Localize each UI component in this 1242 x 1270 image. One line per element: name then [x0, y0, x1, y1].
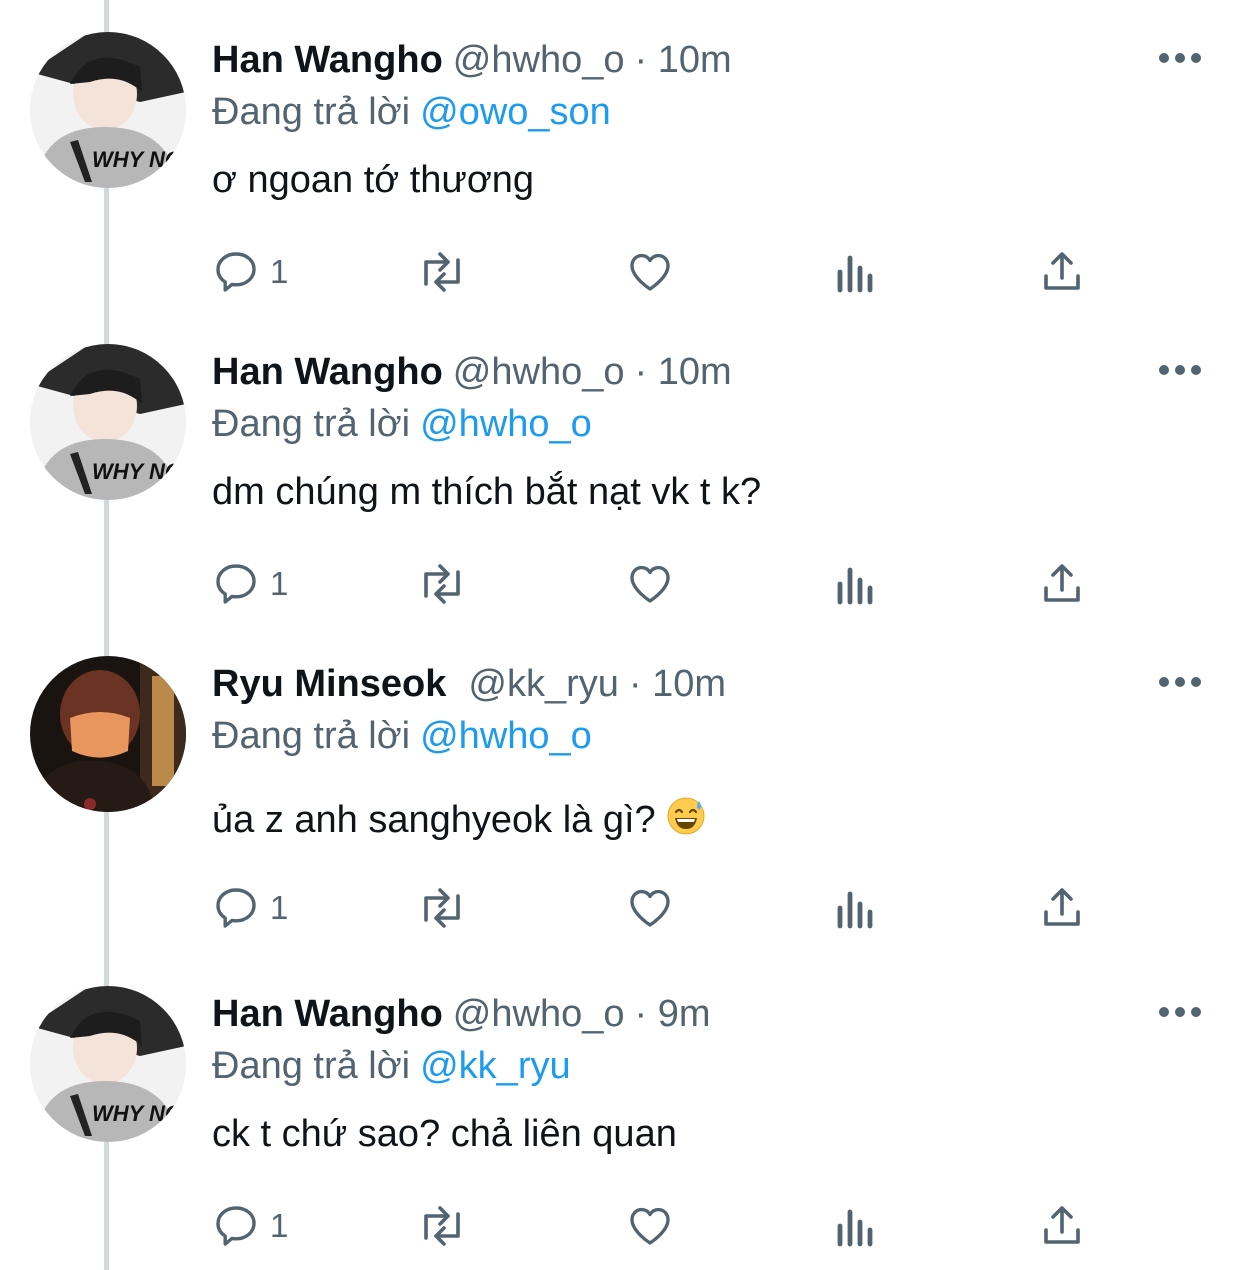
share-icon	[1038, 248, 1086, 296]
svg-text:WHY NOT?!: WHY NOT?!	[92, 459, 186, 484]
replying-mention[interactable]: @kk_ryu	[420, 1045, 571, 1087]
grinning-sweat-emoji	[666, 796, 706, 848]
tweet-text: ck t chứ sao? chả liên quan	[212, 1113, 677, 1155]
reply-icon	[212, 884, 260, 932]
reply-count: 1	[270, 889, 289, 926]
like-button[interactable]	[626, 556, 674, 612]
display-name[interactable]: Ryu Minseok	[212, 663, 446, 705]
display-name[interactable]: Han Wangho	[212, 39, 443, 81]
timestamp[interactable]: · 10m	[634, 39, 731, 81]
more-icon[interactable]	[1156, 360, 1204, 380]
share-icon	[1038, 1202, 1086, 1250]
svg-text:WHY NOT?!: WHY NOT?!	[92, 147, 186, 172]
avatar[interactable]	[30, 656, 186, 812]
tweet-actions: 1	[212, 880, 1112, 936]
replying-to: Đang trả lời @kk_ryu	[212, 1042, 571, 1090]
tweet-text: ơ ngoan tớ thương	[212, 159, 535, 201]
tweet-actions: 1	[212, 556, 1112, 612]
reply-icon	[212, 560, 260, 608]
share-button[interactable]	[1038, 880, 1086, 936]
retweet-icon	[414, 560, 470, 608]
display-name[interactable]: Han Wangho	[212, 993, 443, 1035]
analytics-icon	[834, 884, 878, 932]
retweet-button[interactable]	[414, 556, 470, 612]
tweet-text-content: ủa z anh sanghyeok là gì?	[212, 799, 656, 842]
replying-to: Đang trả lời @hwho_o	[212, 400, 592, 448]
analytics-icon	[834, 1202, 878, 1250]
handle[interactable]: @hwho_o	[453, 993, 625, 1035]
reply-button[interactable]: 1	[212, 1198, 288, 1254]
more-icon[interactable]	[1156, 1002, 1204, 1022]
share-icon	[1038, 884, 1086, 932]
replying-label: Đang trả lời	[212, 403, 411, 445]
timestamp[interactable]: · 10m	[629, 663, 726, 705]
tweet[interactable]: WHY NOT?! Han Wangho@hwho_o· 10m Đang tr…	[0, 312, 1242, 624]
tweet-text: dm chúng m thích bắt nạt vk t k?	[212, 471, 762, 513]
replying-label: Đang trả lời	[212, 1045, 411, 1087]
retweet-button[interactable]	[414, 244, 470, 300]
retweet-button[interactable]	[414, 880, 470, 936]
replying-label: Đang trả lời	[212, 91, 411, 133]
share-button[interactable]	[1038, 556, 1086, 612]
analytics-button[interactable]	[834, 556, 878, 612]
retweet-icon	[414, 1202, 470, 1250]
replying-mention[interactable]: @hwho_o	[420, 403, 592, 445]
replying-mention[interactable]: @hwho_o	[420, 715, 592, 757]
tweet-header: Han Wangho @hwho_o · 10m	[212, 348, 732, 396]
analytics-icon	[834, 560, 878, 608]
more-icon[interactable]	[1156, 48, 1204, 68]
retweet-button[interactable]	[414, 1198, 470, 1254]
replying-mention[interactable]: @owo_son	[420, 91, 611, 133]
replying-to: Đang trả lời @owo_son	[212, 88, 611, 136]
heart-icon	[626, 1202, 674, 1250]
share-button[interactable]	[1038, 244, 1086, 300]
display-name[interactable]: Han Wangho	[212, 351, 443, 393]
analytics-button[interactable]	[834, 244, 878, 300]
reply-button[interactable]: 1	[212, 244, 288, 300]
retweet-icon	[414, 884, 470, 932]
avatar[interactable]: WHY NOT?!	[30, 986, 186, 1142]
timestamp[interactable]: · 9m	[634, 993, 710, 1035]
reply-button[interactable]: 1	[212, 880, 288, 936]
like-button[interactable]	[626, 1198, 674, 1254]
reply-count: 1	[270, 1207, 289, 1244]
reply-count: 1	[270, 565, 289, 602]
share-button[interactable]	[1038, 1198, 1086, 1254]
tweet-header: Han Wangho @hwho_o · 9m	[212, 990, 710, 1038]
tweet-text: ủa z anh sanghyeok là gì?	[212, 796, 706, 848]
tweet-header: Han Wangho @hwho_o · 10m	[212, 36, 732, 84]
replying-label: Đang trả lời	[212, 715, 411, 757]
svg-text:WHY NOT?!: WHY NOT?!	[92, 1101, 186, 1126]
tweet[interactable]: WHY NOT?! Han Wangho@hwho_o· 10m Đang tr…	[0, 0, 1242, 312]
replying-to: Đang trả lời @hwho_o	[212, 712, 592, 760]
reply-icon	[212, 248, 260, 296]
heart-icon	[626, 560, 674, 608]
heart-icon	[626, 248, 674, 296]
tweet-actions: 1	[212, 244, 1112, 300]
timestamp[interactable]: · 10m	[634, 351, 731, 393]
heart-icon	[626, 884, 674, 932]
reply-button[interactable]: 1	[212, 556, 288, 612]
handle[interactable]: @hwho_o	[453, 351, 625, 393]
share-icon	[1038, 560, 1086, 608]
analytics-button[interactable]	[834, 880, 878, 936]
more-icon[interactable]	[1156, 672, 1204, 692]
tweet[interactable]: Ryu Minseok @kk_ryu · 10m Đang trả lời @hwh…	[0, 624, 1242, 936]
like-button[interactable]	[626, 880, 674, 936]
retweet-icon	[414, 248, 470, 296]
tweet-actions: 1	[212, 1198, 1112, 1254]
handle[interactable]: @hwho_o	[453, 39, 625, 81]
analytics-button[interactable]	[834, 1198, 878, 1254]
avatar[interactable]: WHY NOT?!	[30, 344, 186, 500]
avatar[interactable]: WHY NOT?!	[30, 32, 186, 188]
tweet-header: Ryu Minseok @kk_ryu · 10m	[212, 660, 726, 708]
like-button[interactable]	[626, 244, 674, 300]
tweet[interactable]: WHY NOT?! Han Wangho@hwho_o· 9m Đang trả…	[0, 954, 1242, 1266]
analytics-icon	[834, 248, 878, 296]
reply-icon	[212, 1202, 260, 1250]
handle[interactable]: @kk_ryu	[468, 663, 619, 705]
reply-count: 1	[270, 253, 289, 290]
